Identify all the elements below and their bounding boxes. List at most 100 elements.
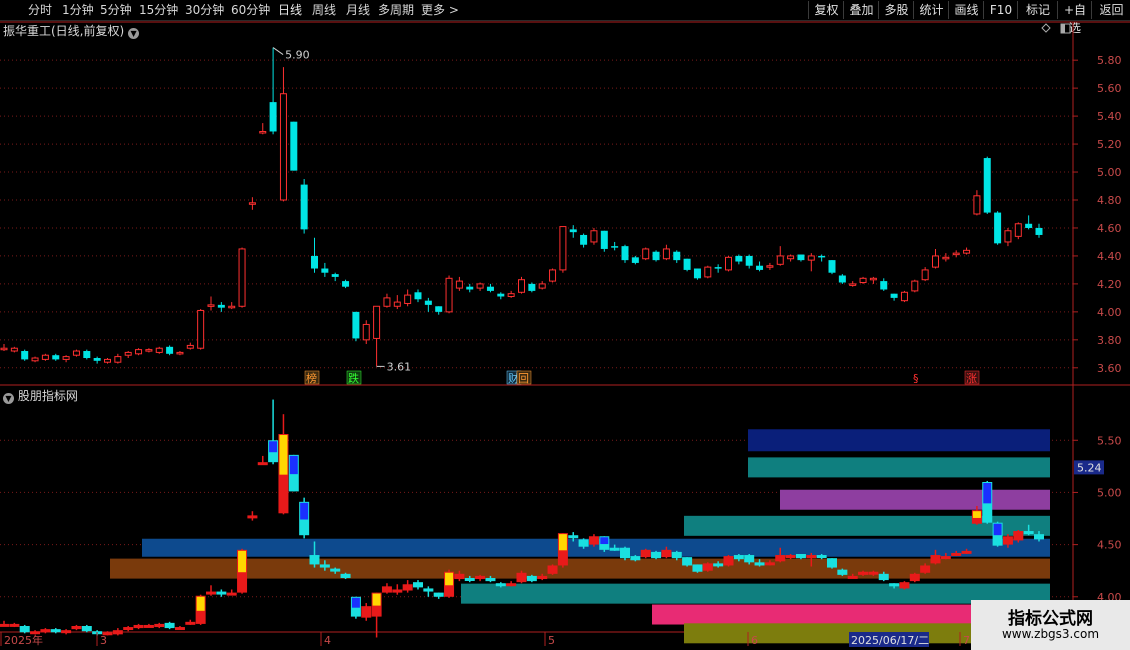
candle-body-up	[445, 277, 453, 313]
sub-candle-body	[133, 624, 144, 629]
candle-body-up	[228, 305, 236, 309]
chart-canvas[interactable]: 5.80 5.60 5.40 5.20 5.00 4.80 4.60 4.40 4.20 4.00…	[0, 20, 1130, 650]
y-tick-label: 3.60	[1097, 362, 1122, 375]
candle-body-down	[300, 184, 308, 230]
high-label: 5.90	[285, 49, 310, 62]
sub-candle-body	[661, 549, 672, 558]
indicator-title: 股朋指标网	[17, 389, 78, 403]
candle-body-down	[311, 255, 318, 269]
period-tab-6[interactable]: 日线	[278, 2, 302, 18]
sub-candle-body	[50, 629, 61, 633]
candle-body-down	[466, 286, 474, 290]
sub-candle-body	[381, 586, 392, 593]
period-tab-10[interactable]: 更多 >	[421, 2, 459, 18]
chevron-down-icon[interactable]: ▼	[3, 393, 14, 404]
toolbar-button-0[interactable]: 复权	[808, 1, 844, 19]
y-tick-label: 5.40	[1097, 110, 1122, 123]
sub-candle-body	[123, 627, 134, 631]
x-axis-label: 7	[963, 634, 970, 647]
sub-candle-highlight	[279, 435, 288, 475]
sub-candle-body	[909, 573, 920, 582]
y-tick-label: 3.80	[1097, 334, 1122, 347]
candle-body-up	[859, 277, 867, 283]
sub-candle-body	[868, 571, 879, 575]
period-tab-1[interactable]: 1分钟	[62, 2, 94, 18]
sub-candle-body	[588, 536, 599, 545]
candle-body-up	[911, 280, 919, 292]
current-value-label: 5.24	[1077, 461, 1102, 474]
y-tick-label: 4.60	[1097, 222, 1122, 235]
sub-candle-body	[723, 556, 734, 566]
candle-body-up	[186, 344, 194, 349]
sub-candle-body	[185, 621, 196, 625]
toolbar-button-1[interactable]: 叠加	[843, 1, 879, 19]
candle-body-up	[538, 283, 546, 289]
sub-candle-body	[81, 626, 92, 632]
sub-candle-body	[578, 539, 589, 547]
toolbar-button-5[interactable]: F10	[983, 1, 1018, 19]
watermark: 指标公式网 www.zbgs3.com	[971, 600, 1130, 650]
price-band	[748, 457, 1050, 478]
sub-candle-body	[1023, 531, 1034, 535]
candle-body-up	[725, 256, 732, 271]
candle-body-up	[0, 347, 8, 351]
mark-button[interactable]: 标记	[1017, 1, 1058, 19]
sub-candle-body	[526, 575, 537, 582]
toolbar-button-4[interactable]: 画线	[948, 1, 984, 19]
sub-candle-body	[154, 623, 165, 628]
candle-body-down	[83, 351, 91, 359]
toolbar-button-3[interactable]: 统计	[913, 1, 949, 19]
sub-candle-body	[806, 555, 817, 559]
sub-candle-body	[402, 584, 413, 591]
sub-candle-body	[433, 592, 444, 597]
candle-body-down	[838, 275, 846, 283]
sub-candle-body	[174, 627, 185, 631]
sub-candle-highlight	[300, 502, 309, 520]
sub-candle-body	[9, 623, 20, 627]
candle-body-up	[932, 255, 939, 268]
period-tab-8[interactable]: 月线	[346, 2, 370, 18]
y-tick-label: 5.80	[1097, 54, 1122, 67]
sub-candle-body	[454, 573, 465, 580]
candle-body-up	[642, 248, 650, 260]
candle-body-up	[1014, 223, 1022, 237]
sub-candle-body	[485, 578, 496, 582]
sub-candle-body	[516, 572, 527, 583]
period-tab-0[interactable]: 分时	[28, 2, 52, 18]
candle-body-down	[652, 251, 660, 261]
candle-body-up	[807, 255, 815, 261]
candle-body-up	[476, 283, 484, 289]
candle-body-down	[569, 229, 577, 233]
candle-body-up	[662, 248, 670, 260]
sub-candle-body	[651, 551, 662, 559]
period-tab-5[interactable]: 60分钟	[231, 2, 270, 18]
candle-body-up	[135, 349, 143, 355]
period-tab-4[interactable]: 30分钟	[185, 2, 224, 18]
candle-body-up	[259, 130, 267, 134]
period-tab-3[interactable]: 15分钟	[139, 2, 178, 18]
candle-body-up	[952, 252, 960, 256]
candle-body-down	[983, 158, 991, 213]
x-axis-label: 5	[548, 634, 555, 647]
toolbar-button-2[interactable]: 多股	[878, 1, 914, 19]
sub-candle-body	[733, 555, 744, 560]
period-tab-7[interactable]: 周线	[312, 2, 336, 18]
sub-candle-body	[754, 562, 765, 566]
candle-body-down	[528, 283, 536, 291]
candle-body-down	[93, 358, 101, 361]
candle-body-down	[797, 254, 805, 261]
sub-candle-body	[795, 554, 806, 559]
candle-body-down	[756, 265, 764, 270]
stock-title: 振华重工(日线,前复权)	[3, 24, 125, 38]
diamond-icon[interactable]	[1041, 23, 1051, 33]
sub-candle-body	[206, 591, 216, 595]
watermark-url: www.zbgs3.com	[1001, 627, 1100, 641]
toolbar-button-7[interactable]: 返回	[1091, 1, 1130, 19]
period-tab-2[interactable]: 5分钟	[100, 2, 132, 18]
period-tab-9[interactable]: 多周期	[378, 2, 414, 18]
toolbar-button-6[interactable]: +自选	[1057, 1, 1092, 35]
sub-candle-body	[847, 575, 858, 579]
chevron-down-icon[interactable]: ▼	[128, 28, 140, 39]
candle-body-down	[611, 246, 619, 248]
candle-body-up	[776, 255, 784, 265]
